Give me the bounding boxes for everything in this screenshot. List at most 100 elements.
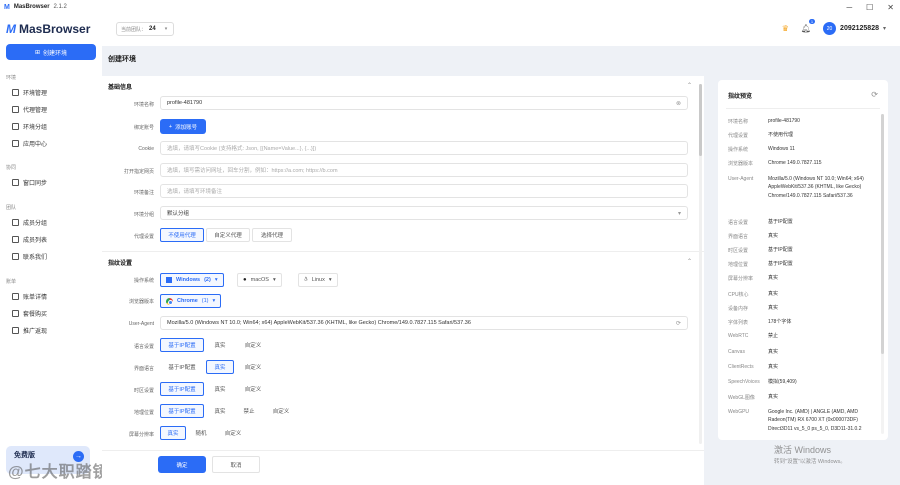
geo-label: 地理位置: [133, 410, 154, 416]
ui-lang-option-custom[interactable]: 自定义: [236, 360, 270, 374]
sync-icon: [12, 179, 19, 186]
minimize-icon[interactable]: ─: [846, 3, 852, 12]
language-option-custom[interactable]: 自定义: [236, 338, 270, 352]
timezone-option-real[interactable]: 真实: [206, 382, 234, 396]
resolution-option-custom[interactable]: 自定义: [216, 426, 250, 440]
sidebar-item-label: 联系我们: [23, 255, 48, 261]
user-list-icon: [12, 236, 19, 243]
geo-option-ip[interactable]: 基于IP配置: [160, 404, 204, 418]
language-option-real[interactable]: 真实: [206, 338, 234, 352]
geo-option-custom[interactable]: 自定义: [264, 404, 298, 418]
geo-option-real[interactable]: 真实: [206, 404, 234, 418]
confirm-button[interactable]: 确定: [158, 456, 206, 473]
username: 2092125828: [840, 25, 879, 32]
ui-lang-option-ip[interactable]: 基于IP配置: [160, 360, 204, 374]
sidebar-item-env-group[interactable]: 环境分组: [12, 122, 47, 131]
ui-lang-option-real[interactable]: 真实: [206, 360, 234, 374]
team-selector[interactable]: 当前团队： 24 ▾: [116, 22, 174, 36]
maximize-icon[interactable]: ☐: [866, 3, 873, 12]
user-menu[interactable]: 20 2092125828 ▾: [823, 22, 886, 35]
os-option-linux[interactable]: 🐧︎ Linux ▾: [298, 273, 338, 287]
windows-activation-notice: 激活 Windows 转到"设置"以激活 Windows。: [774, 443, 846, 465]
add-account-button[interactable]: + 添加账号: [160, 119, 206, 134]
scrollbar-thumb[interactable]: [699, 84, 702, 156]
timezone-option-custom[interactable]: 自定义: [236, 382, 270, 396]
resolution-label: 屏幕分辨率: [128, 432, 154, 438]
group-label: 环境分组: [133, 212, 154, 218]
sidebar-item-plan-purchase[interactable]: 套餐购买: [12, 309, 47, 318]
close-icon[interactable]: ✕: [887, 3, 894, 12]
sidebar-item-referral[interactable]: 推广返现: [12, 326, 47, 335]
geo-option-forbid[interactable]: 禁止: [236, 404, 262, 418]
scrollbar-thumb[interactable]: [881, 114, 884, 354]
clear-icon[interactable]: ⊗: [676, 100, 681, 107]
crown-icon[interactable]: ♛: [782, 24, 789, 33]
gift-icon: [12, 327, 19, 334]
sidebar-item-window-sync[interactable]: 窗口同步: [12, 178, 47, 187]
os-windows-count: (2): [204, 277, 211, 283]
add-square-icon: ⊞: [34, 49, 40, 56]
refresh-icon[interactable]: ⟳: [871, 90, 878, 99]
open-url-input[interactable]: 选填，填写需访问网址，回车分割，例如：https://a.com; https:…: [160, 163, 688, 177]
avatar: 20: [823, 22, 837, 35]
proxy-label: 代理设置: [133, 234, 154, 240]
create-env-button[interactable]: ⊞ 创建环境: [6, 44, 96, 60]
ua-input[interactable]: Mozilla/5.0 (Windows NT 10.0; Win64; x64…: [160, 316, 688, 330]
sidebar-item-label: 窗口同步: [23, 181, 48, 187]
sidebar-item-member-list[interactable]: 成员列表: [12, 235, 47, 244]
refresh-icon[interactable]: ⟳: [676, 320, 681, 327]
team-label: 当前团队：: [121, 26, 147, 33]
preview-scrollbar[interactable]: [881, 114, 884, 434]
collapse-up-icon[interactable]: ⌃: [687, 258, 692, 265]
brand-logo-icon: M: [6, 22, 16, 36]
preview-key: WebRTC: [728, 333, 749, 339]
users-icon: [12, 219, 19, 226]
sidebar-item-label: 环境管理: [23, 91, 48, 97]
team-value: 24: [149, 26, 156, 32]
preview-key: WebGL图像: [728, 395, 755, 401]
ua-value: Mozilla/5.0 (Windows NT 10.0; Win64; x64…: [167, 320, 471, 326]
env-name-input[interactable]: profile-481790 ⊗: [160, 96, 688, 110]
preview-value: 基于IP配置: [768, 246, 793, 253]
preview-title: 指纹预览: [728, 94, 753, 100]
preview-value: 真实: [768, 304, 779, 311]
proxy-option-none[interactable]: 不使用代理: [160, 228, 204, 242]
preview-key: 语言设置: [728, 220, 749, 226]
sidebar-item-member-group[interactable]: 成员分组: [12, 218, 47, 227]
timezone-option-ip[interactable]: 基于IP配置: [160, 382, 204, 396]
sidebar-item-app-center[interactable]: 应用中心: [12, 139, 47, 148]
fingerprint-preview: 指纹预览 ⟳ 环境名称 profile-481790 代理设置 不使用代理 操作系统 Wi…: [718, 80, 888, 440]
activation-line1: 激活 Windows: [774, 445, 832, 455]
browser-select[interactable]: Chrome (1) ▾: [160, 294, 222, 308]
account-label: 绑定账号: [133, 125, 154, 131]
group-select[interactable]: 默认分组 ▾: [160, 206, 688, 220]
collapse-up-icon[interactable]: ⌃: [687, 82, 692, 89]
resolution-option-real[interactable]: 真实: [160, 426, 186, 440]
bill-icon: [12, 293, 19, 300]
resolution-option-random[interactable]: 随机: [188, 426, 214, 440]
cancel-button[interactable]: 取消: [212, 456, 260, 473]
proxy-option-select[interactable]: 选择代理: [252, 228, 292, 242]
activation-line2: 转到"设置"以激活 Windows。: [774, 459, 846, 465]
cookie-input[interactable]: 选填，请填写Cookie (支持格式: Json, [{Name=Value..…: [160, 141, 688, 155]
sidebar-item-bill-detail[interactable]: 账单详情: [12, 292, 47, 301]
title-bar: M MasBrowser 2.1.2 ─ ☐ ✕: [0, 0, 900, 14]
sidebar-item-proxy-manage[interactable]: 代理管理: [12, 105, 47, 114]
sidebar-item-label: 代理管理: [23, 108, 48, 114]
chevron-down-icon: ▾: [328, 277, 332, 283]
nav-group-sync: 协同: [6, 165, 17, 171]
proxy-option-custom[interactable]: 自定义代理: [206, 228, 250, 242]
remark-input[interactable]: 选填，请填写环境备注: [160, 184, 688, 198]
os-option-windows[interactable]: Windows (2) ▾: [160, 273, 224, 287]
preview-value: 真实: [768, 290, 779, 297]
preview-value: 基于IP配置: [768, 260, 793, 267]
cookie-label: Cookie: [138, 146, 154, 152]
os-option-macos[interactable]: ● macOS ▾: [237, 273, 282, 287]
sidebar-item-contact[interactable]: 联系我们: [12, 252, 47, 261]
notification-bell[interactable]: 🔔︎ 1: [800, 19, 816, 33]
language-option-ip[interactable]: 基于IP配置: [160, 338, 204, 352]
bell-icon: 🔔︎: [800, 24, 812, 33]
form-scrollbar[interactable]: [699, 84, 702, 444]
env-name-value: profile-481790: [167, 100, 203, 106]
sidebar-item-env-manage[interactable]: 环境管理: [12, 88, 47, 97]
